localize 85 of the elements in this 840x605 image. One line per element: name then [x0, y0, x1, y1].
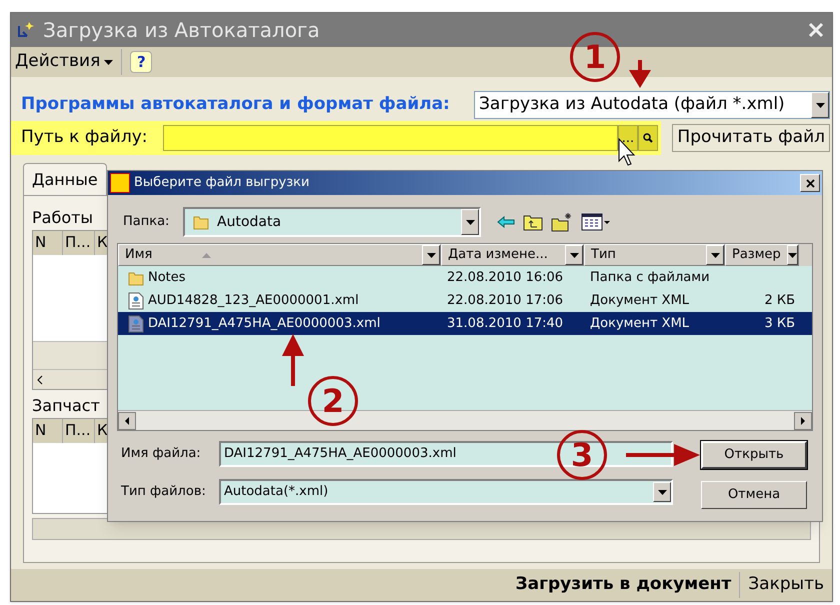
- sort-arrow-icon: [202, 252, 210, 258]
- dropdown-button[interactable]: [461, 209, 479, 235]
- caret-icon: [710, 252, 720, 258]
- step-number: 3: [557, 430, 607, 480]
- file-type-label: Тип файлов:: [121, 483, 207, 502]
- scroll-left-icon[interactable]: [37, 374, 43, 384]
- dropdown-button[interactable]: [565, 245, 583, 265]
- column-header[interactable]: Тип: [584, 244, 725, 266]
- tab[interactable]: Данные: [23, 163, 107, 195]
- back-arrow-icon[interactable]: [497, 216, 515, 228]
- folder-select[interactable]: Autodata: [183, 207, 481, 237]
- path-field[interactable]: [163, 125, 618, 151]
- column-header[interactable]: Размер: [725, 244, 799, 266]
- search-icon: [643, 133, 653, 143]
- down-arrow: [629, 60, 651, 88]
- dialog-button[interactable]: Открыть: [701, 441, 807, 469]
- folder-label: Папка:: [123, 213, 170, 232]
- path-label: Путь к файлу:: [21, 126, 148, 150]
- caret-icon: [788, 252, 797, 258]
- file-type: Документ XML: [589, 292, 690, 310]
- up-arrow: [282, 334, 304, 386]
- app-icon: [15, 20, 35, 40]
- scroll-left-icon[interactable]: [118, 412, 136, 430]
- horizontal-scrollbar[interactable]: [118, 410, 812, 430]
- file-name: AUD14828_123_AE0000001.xml: [148, 292, 359, 310]
- footer-button[interactable]: Закрыть: [739, 572, 832, 598]
- caret-icon: [426, 252, 436, 258]
- folder-up-icon[interactable]: [523, 213, 543, 231]
- window-title: Загрузка из Автокаталога: [43, 17, 320, 44]
- caret-icon: [570, 252, 578, 258]
- dialog-title: Выберите файл выгрузки: [134, 174, 310, 192]
- file-type-select[interactable]: Autodata(*.xml): [219, 479, 673, 505]
- help-button[interactable]: ?: [130, 51, 152, 73]
- view-menu-icon[interactable]: [581, 213, 611, 231]
- caret-icon: [104, 60, 114, 64]
- file-name-label: Имя файла:: [121, 445, 202, 464]
- file-date: 31.08.2010 17:40: [446, 314, 564, 333]
- column-header[interactable]: N: [33, 419, 63, 443]
- step-number: 1: [570, 32, 620, 82]
- section-title: Работы: [32, 207, 94, 229]
- close-icon[interactable]: [808, 22, 824, 38]
- folder-icon: [128, 270, 144, 286]
- dropdown-button[interactable]: [706, 245, 724, 265]
- caret-icon: [658, 490, 666, 494]
- cursor-icon: [618, 138, 636, 166]
- folder-icon: [193, 214, 209, 230]
- program-select[interactable]: Загрузка из Autodata (файл *.xml): [474, 91, 830, 119]
- file-date: 22.08.2010 17:06: [446, 292, 564, 310]
- dropdown-button[interactable]: [811, 92, 829, 118]
- step-number: 2: [308, 376, 358, 426]
- file-size: 2 КБ: [763, 292, 796, 310]
- column-header[interactable]: Имя: [118, 244, 441, 266]
- file-row[interactable]: DAI12791_A475HA_AE0000003.xml 31.08.2010 17:40 Документ XML 3 КБ: [118, 312, 812, 335]
- column-header[interactable]: П...: [63, 231, 95, 255]
- scrollbar[interactable]: [33, 369, 109, 389]
- column-header[interactable]: П...: [63, 419, 95, 443]
- dropdown-button[interactable]: [653, 482, 671, 502]
- footer-button[interactable]: Загрузить в документ: [508, 572, 740, 598]
- caret-icon: [466, 220, 474, 224]
- file-type: Папка с файлами: [589, 268, 711, 287]
- dialog-button[interactable]: Отмена: [701, 481, 807, 509]
- section-title: Запчаст: [32, 395, 100, 417]
- file-row[interactable]: AUD14828_123_AE0000001.xml 22.08.2010 17:06 Документ XML 2 КБ: [118, 289, 812, 312]
- column-header[interactable]: N: [33, 231, 63, 255]
- file-date: 22.08.2010 16:06: [446, 268, 564, 287]
- file-type: Документ XML: [589, 314, 690, 333]
- file-size: 3 КБ: [763, 314, 796, 333]
- actions-menu[interactable]: Действия: [15, 49, 122, 75]
- dropdown-button[interactable]: [786, 245, 798, 265]
- search-button[interactable]: [638, 125, 658, 151]
- file-name: DAI12791_A475HA_AE0000003.xml: [148, 314, 380, 333]
- file-name: Notes: [148, 268, 186, 287]
- scroll-right-icon[interactable]: [794, 412, 812, 430]
- document-icon: [128, 314, 144, 332]
- file-row[interactable]: Notes 22.08.2010 16:06 Папка с файлами: [118, 266, 812, 289]
- dropdown-button[interactable]: [422, 245, 440, 265]
- close-button[interactable]: [800, 174, 820, 192]
- read-file-button[interactable]: Прочитать файл: [672, 124, 830, 152]
- app-logo-icon: [110, 173, 130, 193]
- new-folder-icon[interactable]: [551, 212, 573, 232]
- column-header[interactable]: Дата измене...: [441, 244, 584, 266]
- program-label: Программы автокаталога и формат файла:: [21, 93, 450, 116]
- caret-icon: [816, 102, 824, 108]
- document-icon: [128, 292, 144, 310]
- close-icon: [806, 178, 814, 188]
